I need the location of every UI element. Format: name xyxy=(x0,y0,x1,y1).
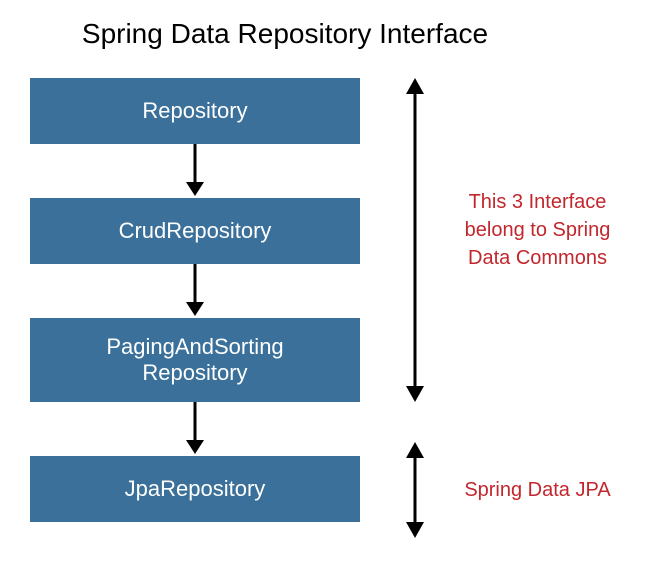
box-paging-line2: Repository xyxy=(142,360,247,385)
annotation-jpa: Spring Data JPA xyxy=(450,476,625,504)
arrow-down-icon xyxy=(30,402,360,456)
box-repository: Repository xyxy=(30,78,360,144)
box-paging-line1: PagingAndSorting xyxy=(106,334,283,359)
hierarchy-diagram: Repository CrudRepository PagingAndSorti… xyxy=(30,78,360,522)
annotation-commons-line1: This 3 Interface xyxy=(469,191,607,213)
arrow-down-icon xyxy=(30,264,360,318)
diagram-title: Spring Data Repository Interface xyxy=(0,0,650,62)
annotation-commons-line3: Data Commons xyxy=(468,247,607,269)
box-crud-repository: CrudRepository xyxy=(30,198,360,264)
bracket-commons xyxy=(400,78,430,402)
box-paging-sorting-repository: PagingAndSorting Repository xyxy=(30,318,360,402)
annotation-commons: This 3 Interface belong to Spring Data C… xyxy=(450,188,625,272)
box-jpa-repository: JpaRepository xyxy=(30,456,360,522)
arrow-down-icon xyxy=(30,144,360,198)
annotation-commons-line2: belong to Spring xyxy=(465,219,611,241)
bracket-jpa xyxy=(400,442,430,538)
